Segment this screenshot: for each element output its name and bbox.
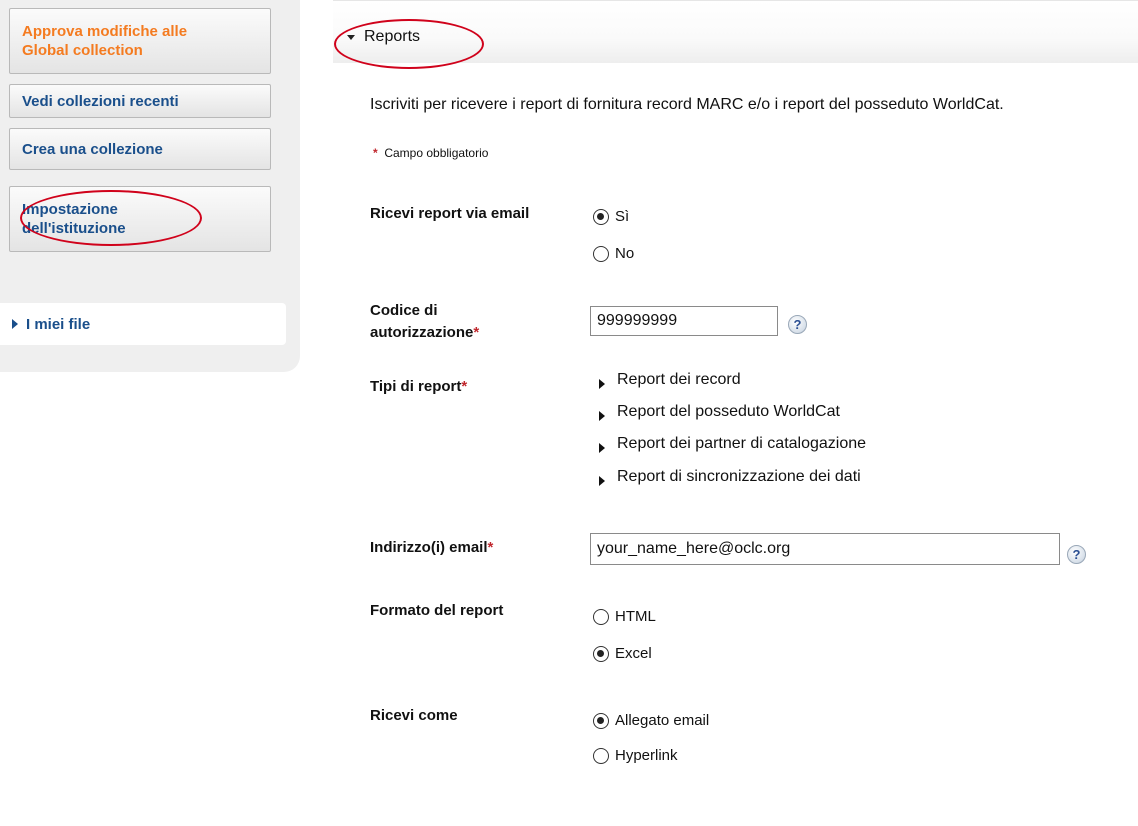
- required-asterisk: *: [373, 146, 378, 160]
- radio-label: Excel: [615, 645, 652, 662]
- approve-label-line2: Global collection: [22, 42, 143, 59]
- report-types-label-text: Tipi di report: [370, 378, 462, 395]
- approve-label-line1: Approva modifiche alle: [22, 23, 188, 40]
- collapse-arrow-icon: [347, 34, 355, 40]
- my-files-link[interactable]: I miei file: [0, 303, 286, 345]
- expand-arrow-icon: [599, 476, 605, 486]
- email-reports-yes-radio[interactable]: Sì: [593, 208, 629, 225]
- radio-selected-icon: [593, 712, 609, 729]
- auth-code-help-icon[interactable]: ?: [788, 315, 807, 334]
- reports-title: Reports: [364, 28, 421, 45]
- auth-code-input[interactable]: [590, 306, 778, 336]
- receive-attachment-radio[interactable]: Allegato email: [593, 712, 709, 729]
- report-type-label: Report dei partner di catalogazione: [617, 435, 867, 452]
- report-type-cataloging-partners[interactable]: Report dei partner di catalogazione: [599, 435, 866, 453]
- reports-header-bar: [333, 0, 1138, 63]
- report-type-label: Report di sincronizzazione dei dati: [617, 468, 861, 485]
- radio-unselected-icon: [593, 747, 609, 764]
- email-address-input[interactable]: [590, 533, 1060, 565]
- expand-arrow-icon: [599, 379, 605, 389]
- report-type-label: Report dei record: [617, 371, 741, 388]
- create-collection-label: Crea una collezione: [22, 140, 163, 158]
- my-files-label: I miei file: [26, 315, 91, 333]
- required-note: * Campo obbligatorio: [373, 146, 488, 160]
- format-excel-radio[interactable]: Excel: [593, 645, 652, 662]
- radio-label: No: [615, 245, 635, 262]
- radio-selected-icon: [593, 208, 609, 225]
- institution-settings-button[interactable]: Impostazione dell'istituzione: [9, 186, 271, 252]
- expand-arrow-icon: [12, 319, 18, 329]
- radio-label: Allegato email: [615, 712, 710, 729]
- reports-section-toggle[interactable]: Reports: [347, 28, 420, 46]
- email-address-label: Indirizzo(i) email*: [370, 537, 493, 559]
- email-address-label-text: Indirizzo(i) email: [370, 539, 488, 556]
- format-html-radio[interactable]: HTML: [593, 608, 656, 625]
- auth-code-label-line2: autorizzazione: [370, 324, 474, 341]
- recent-collections-label: Vedi collezioni recenti: [22, 92, 179, 110]
- report-type-record-reports[interactable]: Report dei record: [599, 371, 741, 389]
- radio-label: Sì: [615, 208, 630, 225]
- auth-code-label-line1: Codice di: [370, 302, 438, 319]
- report-types-label: Tipi di report*: [370, 376, 467, 398]
- receive-as-label: Ricevi come: [370, 707, 458, 724]
- recent-collections-button[interactable]: Vedi collezioni recenti: [9, 84, 271, 118]
- radio-unselected-icon: [593, 608, 609, 625]
- required-asterisk: *: [473, 324, 480, 341]
- radio-unselected-icon: [593, 245, 609, 262]
- expand-arrow-icon: [599, 411, 605, 421]
- report-type-label: Report del posseduto WorldCat: [617, 403, 840, 420]
- email-help-icon[interactable]: ?: [1067, 545, 1086, 564]
- radio-label: Hyperlink: [615, 747, 678, 764]
- expand-arrow-icon: [599, 443, 605, 453]
- report-type-data-sync[interactable]: Report di sincronizzazione dei dati: [599, 468, 861, 486]
- approve-global-collection-button[interactable]: Approva modifiche alle Global collection: [9, 8, 271, 74]
- institution-label-line1: Impostazione: [22, 201, 118, 218]
- report-type-worldcat-holdings[interactable]: Report del posseduto WorldCat: [599, 403, 840, 421]
- radio-label: HTML: [615, 608, 656, 625]
- email-reports-no-radio[interactable]: No: [593, 245, 634, 262]
- report-format-label: Formato del report: [370, 602, 504, 619]
- receive-hyperlink-radio[interactable]: Hyperlink: [593, 747, 678, 764]
- institution-label-line2: dell'istituzione: [22, 220, 126, 237]
- intro-text: Iscriviti per ricevere i report di forni…: [370, 96, 1004, 113]
- required-asterisk: *: [487, 539, 494, 556]
- create-collection-button[interactable]: Crea una collezione: [9, 128, 271, 170]
- email-reports-label: Ricevi report via email: [370, 205, 530, 222]
- auth-code-label: Codice di autorizzazione*: [370, 300, 479, 344]
- radio-selected-icon: [593, 645, 609, 662]
- required-note-text: Campo obbligatorio: [384, 146, 489, 160]
- required-asterisk: *: [461, 378, 468, 395]
